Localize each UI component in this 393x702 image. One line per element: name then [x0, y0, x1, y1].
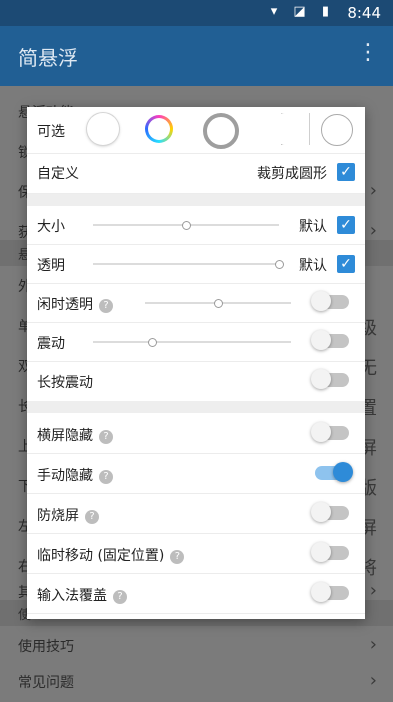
overflow-menu-icon[interactable]: ⋮ [357, 40, 379, 65]
ime-cover-row[interactable]: 输入法覆盖? [27, 575, 365, 614]
vibrate-row: 震动 [27, 323, 365, 362]
idle-opacity-slider-knob[interactable] [214, 299, 223, 308]
optional-label: 可选 [37, 124, 65, 140]
app-bar: 简悬浮 ⋮ [0, 26, 393, 86]
burn-in-row[interactable]: 防烧屏? [27, 495, 365, 534]
long-press-vibrate-toggle[interactable] [311, 369, 349, 389]
list-item-faq[interactable]: 常见问题 › [0, 662, 393, 702]
size-slider-knob[interactable] [182, 221, 191, 230]
chevron-right-icon: › [369, 670, 377, 691]
style-circle-white[interactable] [87, 113, 119, 145]
opacity-slider[interactable] [93, 260, 284, 269]
status-time: 8:44 [347, 4, 381, 22]
vibrate-slider[interactable] [93, 338, 291, 347]
manual-hide-toggle[interactable] [315, 462, 353, 482]
landscape-hide-toggle[interactable] [311, 422, 349, 442]
opacity-row: 透明 默认 ✓ [27, 245, 365, 284]
chevron-right-icon: › [369, 634, 377, 655]
long-press-vibrate-label: 长按震动 [37, 375, 93, 391]
style-circle-half[interactable] [265, 113, 297, 145]
idle-opacity-toggle[interactable] [311, 291, 349, 311]
help-icon[interactable]: ? [99, 299, 113, 313]
help-icon[interactable]: ? [85, 510, 99, 524]
idle-opacity-label: 闲时透明 [37, 297, 93, 313]
landscape-hide-label: 横屏隐藏 [37, 428, 93, 444]
list-item-tips[interactable]: 使用技巧 › [0, 626, 393, 666]
float-settings-dialog: 可选 自定义 裁剪成圆形 ✓ 大小 默认 ✓ 透明 默认 ✓ 闲时透明? 震动 … [27, 107, 365, 619]
size-default-label: 默认 [299, 219, 327, 235]
style-circle-custom[interactable] [321, 114, 353, 146]
ime-cover-label: 输入法覆盖 [37, 588, 107, 604]
help-icon[interactable]: ? [113, 590, 127, 604]
manual-hide-row[interactable]: 手动隐藏? [27, 455, 365, 494]
status-icons: ▾ ◪ ▮ [270, 4, 335, 19]
status-bar: ▾ ◪ ▮ 8:44 [0, 0, 393, 26]
crop-circle-checkbox[interactable]: ✓ [337, 163, 355, 181]
long-press-vibrate-row[interactable]: 长按震动 [27, 362, 365, 400]
burn-in-label: 防烧屏 [37, 508, 79, 524]
custom-row[interactable]: 自定义 裁剪成圆形 ✓ [27, 153, 365, 194]
help-icon[interactable]: ? [99, 470, 113, 484]
chevron-right-icon: › [369, 220, 377, 241]
chevron-right-icon: › [369, 580, 377, 601]
opacity-default-checkbox[interactable]: ✓ [337, 255, 355, 273]
app-title: 简悬浮 [18, 46, 78, 70]
crop-circle-label: 裁剪成圆形 [257, 166, 327, 182]
ime-cover-toggle[interactable] [311, 582, 349, 602]
vibrate-label: 震动 [37, 336, 65, 352]
temp-move-label: 临时移动 (固定位置) [37, 548, 165, 564]
section-divider [27, 194, 365, 206]
style-circle-rainbow[interactable] [145, 115, 173, 143]
size-slider[interactable] [93, 221, 279, 230]
chevron-right-icon: › [369, 180, 377, 201]
size-label: 大小 [37, 219, 65, 235]
style-circle-gray-ring[interactable] [203, 113, 239, 149]
landscape-hide-row[interactable]: 横屏隐藏? [27, 415, 365, 454]
temp-move-toggle[interactable] [311, 542, 349, 562]
style-divider [309, 113, 310, 145]
help-icon[interactable]: ? [99, 430, 113, 444]
section-divider [27, 401, 365, 413]
manual-hide-label: 手动隐藏 [37, 468, 93, 484]
opacity-label: 透明 [37, 258, 65, 274]
idle-opacity-slider[interactable] [145, 299, 291, 308]
burn-in-toggle[interactable] [311, 502, 349, 522]
vibrate-toggle[interactable] [311, 330, 349, 350]
help-icon[interactable]: ? [170, 550, 185, 564]
size-default-checkbox[interactable]: ✓ [337, 216, 355, 234]
idle-opacity-row: 闲时透明? [27, 284, 365, 323]
size-row: 大小 默认 ✓ [27, 206, 365, 245]
opacity-slider-knob[interactable] [275, 260, 284, 269]
vibrate-slider-knob[interactable] [148, 338, 158, 347]
opacity-default-label: 默认 [299, 258, 327, 274]
custom-label: 自定义 [37, 166, 79, 182]
optional-style-row: 可选 [27, 107, 365, 154]
temp-move-row[interactable]: 临时移动 (固定位置)? [27, 535, 365, 574]
